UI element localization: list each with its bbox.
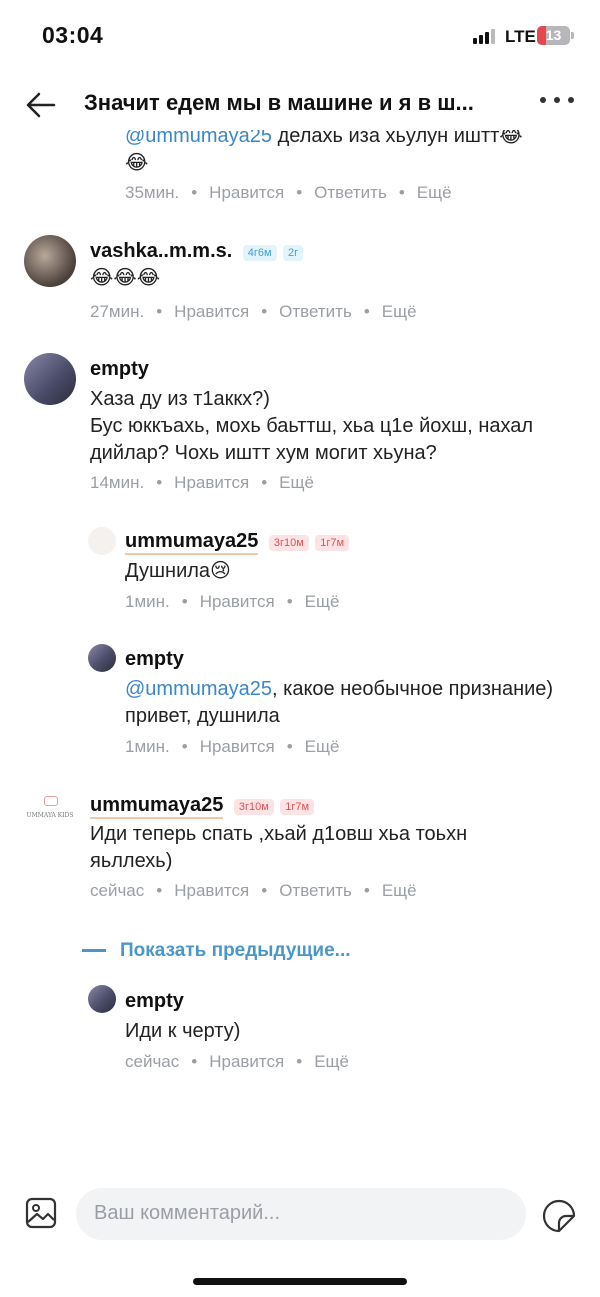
badge: 1г7м	[280, 798, 315, 815]
avatar-logo[interactable]: UMMAYA KIDS	[24, 782, 76, 834]
avatar[interactable]	[24, 353, 76, 405]
badge: 3г10м	[233, 798, 274, 815]
page-title: Значит едем мы в машине и я в ш...	[84, 90, 474, 115]
like-button[interactable]: Нравится	[174, 302, 249, 321]
signal-icon	[473, 28, 497, 44]
avatar-logo[interactable]	[88, 527, 116, 555]
comment-author[interactable]: empty	[90, 358, 149, 381]
comment-author[interactable]: vashka..m.m.s.	[90, 240, 232, 262]
more-button[interactable]: Ещё	[305, 737, 340, 756]
logo-text: UMMAYA KIDS	[26, 812, 74, 819]
badge: 3г10м	[268, 534, 309, 551]
like-button[interactable]: Нравится	[200, 737, 275, 756]
more-button[interactable]: Ещё	[305, 592, 340, 611]
collapse-line-icon	[82, 949, 106, 953]
battery-tip	[571, 32, 574, 39]
more-button[interactable]: Ещё	[279, 473, 314, 492]
comment-meta: 35мин. • Нравится • Ответить • Ещё	[125, 183, 452, 202]
comment-meta: 1мин. • Нравится • Ещё	[125, 737, 340, 756]
logo-mark	[44, 796, 58, 806]
back-arrow-icon[interactable]	[24, 88, 58, 122]
more-button[interactable]: Ещё	[417, 183, 452, 202]
reply-button[interactable]: Ответить	[279, 302, 352, 321]
comment-emoji: 😂	[125, 152, 149, 174]
comment-meta: 1мин. • Нравится • Ещё	[125, 592, 340, 611]
comment-body: 😂😂😂	[90, 267, 161, 289]
comment-time: сейчас	[125, 1052, 180, 1071]
badge: 2г	[283, 244, 304, 261]
comment-author[interactable]: empty	[125, 990, 184, 1013]
sticker-icon[interactable]	[541, 1198, 577, 1234]
comment-meta: сейчас • Нравится • Ответить • Ещё	[90, 881, 417, 900]
comment-author[interactable]: ummumaya25	[125, 530, 259, 555]
show-previous-label: Показать предыдущие...	[120, 940, 351, 961]
comment-text: @ummumaya25 делахь иза хьулун иштт😂 😂	[125, 123, 585, 177]
badge: 4г6м	[242, 244, 277, 261]
like-button[interactable]: Нравится	[174, 473, 249, 492]
like-button[interactable]: Нравится	[174, 881, 249, 900]
comment-time: 35мин.	[125, 183, 180, 202]
comment-time: 27мин.	[90, 302, 145, 321]
comment-body: Иди к черту)	[125, 1020, 241, 1042]
battery-level: 13	[545, 27, 562, 43]
comment-author[interactable]: empty	[125, 648, 184, 671]
comment-body: Хаза ду из т1аккх?) Бус юккъахь, мохь ба…	[90, 388, 534, 464]
comment-meta: сейчас • Нравится • Ещё	[125, 1052, 349, 1071]
more-options-icon[interactable]	[540, 97, 574, 109]
comment-body: Душнила😢	[125, 560, 231, 582]
comment-author[interactable]: ummumaya25	[90, 794, 224, 819]
comment-meta: 27мин. • Нравится • Ответить • Ещё	[90, 302, 417, 321]
comment-input-placeholder: Ваш комментарий...	[94, 1202, 281, 1224]
avatar[interactable]	[24, 235, 76, 287]
comment-text: @ummumaya25, какое необычное признание) …	[125, 676, 555, 730]
more-button[interactable]: Ещё	[382, 302, 417, 321]
reply-button[interactable]: Ответить	[279, 881, 352, 900]
comment-header: ummumaya25 3г10м 1г7м	[90, 794, 315, 819]
comment-time: 1мин.	[125, 737, 170, 756]
comment-meta: 14мин. • Нравится • Ещё	[90, 473, 314, 492]
mention-link[interactable]: @ummumaya25	[125, 678, 272, 700]
network-label: LTE	[505, 27, 536, 46]
comment-input[interactable]: Ваш комментарий...	[76, 1188, 526, 1240]
more-button[interactable]: Ещё	[314, 1052, 349, 1071]
more-button[interactable]: Ещё	[382, 881, 417, 900]
status-time: 03:04	[42, 22, 104, 48]
like-button[interactable]: Нравится	[209, 183, 284, 202]
reply-button[interactable]: Ответить	[314, 183, 387, 202]
badge: 1г7м	[315, 534, 350, 551]
show-previous-button[interactable]: Показать предыдущие...	[82, 940, 351, 962]
comment-time: 1мин.	[125, 592, 170, 611]
comment-time: сейчас	[90, 881, 145, 900]
comment-body: Иди теперь спать ,хьай д1овш хьа тоьхн я…	[90, 823, 468, 872]
avatar[interactable]	[88, 644, 116, 672]
like-button[interactable]: Нравится	[209, 1052, 284, 1071]
avatar[interactable]	[88, 985, 116, 1013]
home-indicator	[193, 1278, 407, 1285]
image-attach-icon[interactable]	[24, 1196, 58, 1230]
like-button[interactable]: Нравится	[200, 592, 275, 611]
battery-icon: 13	[537, 26, 570, 45]
comment-header: vashka..m.m.s. 4г6м 2г	[90, 240, 304, 263]
comment-header: ummumaya25 3г10м 1г7м	[125, 530, 350, 555]
comment-time: 14мин.	[90, 473, 145, 492]
